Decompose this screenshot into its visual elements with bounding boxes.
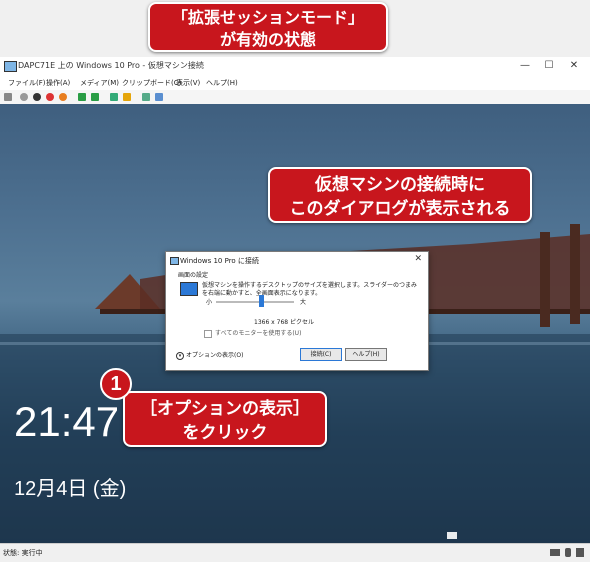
shutdown-icon[interactable] (46, 93, 54, 101)
show-options-label: オプションの表示(O) (186, 352, 244, 359)
dialog-title: Windows 10 Pro に接続 (180, 257, 259, 265)
step-number-badge: 1 (100, 368, 132, 400)
pause-icon[interactable] (78, 93, 86, 101)
monitor-icon (180, 282, 198, 296)
checkpoint-icon[interactable] (110, 93, 118, 101)
slider-max-label: 大 (300, 299, 307, 306)
display-settings-label: 画面の設定 (178, 272, 209, 279)
use-all-monitors-checkbox[interactable]: すべてのモニターを使用する(U) (204, 328, 301, 338)
resolution-slider-thumb[interactable] (259, 295, 264, 307)
maximize-button[interactable]: ☐ (536, 59, 562, 73)
menu-action[interactable]: 操作(A) (46, 78, 70, 88)
toolbar (0, 90, 590, 105)
resolution-label: 1366 x 768 ピクセル (254, 319, 314, 326)
callout-dialog: 仮想マシンの接続時に このダイアログが表示される (268, 167, 532, 223)
close-button[interactable]: ✕ (561, 59, 587, 73)
lock-icon (565, 548, 571, 557)
status-text: 状態: 実行中 (3, 549, 43, 557)
show-options-toggle[interactable]: ▾ オプションの表示(O) (176, 350, 243, 360)
dialog-icon (170, 257, 179, 265)
connect-button[interactable]: 接続(C) (300, 348, 342, 361)
menu-clipboard[interactable]: クリップボード(C) (122, 78, 181, 88)
dialog-description: 仮想マシンを操作するデスクトップのサイズを選択します。スライダーのつまみを右端に… (202, 282, 417, 297)
enhanced-session-icon[interactable] (142, 93, 150, 101)
ctrl-alt-del-icon[interactable] (4, 93, 12, 101)
window-title: DAPC71E 上の Windows 10 Pro - 仮想マシン接続 (18, 61, 204, 70)
callout-line: をクリック (182, 423, 268, 443)
revert-icon[interactable] (123, 93, 131, 101)
vm-connection-window: DAPC71E 上の Windows 10 Pro - 仮想マシン接続 — ☐ … (0, 0, 590, 562)
slider-min-label: 小 (206, 299, 213, 306)
resolution-slider-track[interactable] (216, 301, 294, 303)
share-icon[interactable] (155, 93, 163, 101)
keyboard-icon (550, 549, 560, 556)
menu-media[interactable]: メディア(M) (80, 78, 119, 88)
turn-off-icon[interactable] (33, 93, 41, 101)
lockscreen-time: 21:47 (14, 398, 120, 445)
menu-view[interactable]: 表示(V) (176, 78, 200, 88)
start-icon[interactable] (20, 93, 28, 101)
menu-file[interactable]: ファイル(F) (8, 78, 46, 88)
network-icon (447, 532, 457, 539)
callout-line: ［オプションの表示］ (140, 399, 310, 419)
checkbox-label: すべてのモニターを使用する(U) (215, 330, 302, 337)
save-icon[interactable] (59, 93, 67, 101)
callout-line: 仮想マシンの接続時に (315, 175, 485, 195)
minimize-button[interactable]: — (512, 59, 538, 73)
callout-line: が有効の状態 (219, 30, 316, 49)
monitor-icon (576, 548, 584, 557)
status-bar: 状態: 実行中 (0, 543, 590, 562)
checkbox-box[interactable] (204, 329, 212, 338)
menu-help[interactable]: ヘルプ(H) (206, 78, 238, 88)
callout-show-options: ［オプションの表示］ をクリック (123, 391, 327, 447)
dialog-close-button[interactable]: ✕ (414, 254, 422, 264)
callout-line: 「拡張せッションモード」 (171, 8, 364, 27)
connect-dialog: Windows 10 Pro に接続 ✕ 画面の設定 仮想マシンを操作するデスク… (165, 251, 429, 371)
chevron-down-icon: ▾ (176, 351, 184, 360)
title-bar: DAPC71E 上の Windows 10 Pro - 仮想マシン接続 — ☐ … (0, 57, 590, 77)
lockscreen-date: 12月4日 (金) (14, 478, 127, 500)
vm-connection-icon (4, 61, 17, 72)
reset-icon[interactable] (91, 93, 99, 101)
help-button[interactable]: ヘルプ(H) (345, 348, 387, 361)
callout-line: このダイアログが表示される (289, 199, 511, 219)
callout-enhanced-session: 「拡張せッションモード」 が有効の状態 (148, 2, 388, 52)
menu-bar: ファイル(F) 操作(A) メディア(M) クリップボード(C) 表示(V) ヘ… (0, 76, 590, 90)
